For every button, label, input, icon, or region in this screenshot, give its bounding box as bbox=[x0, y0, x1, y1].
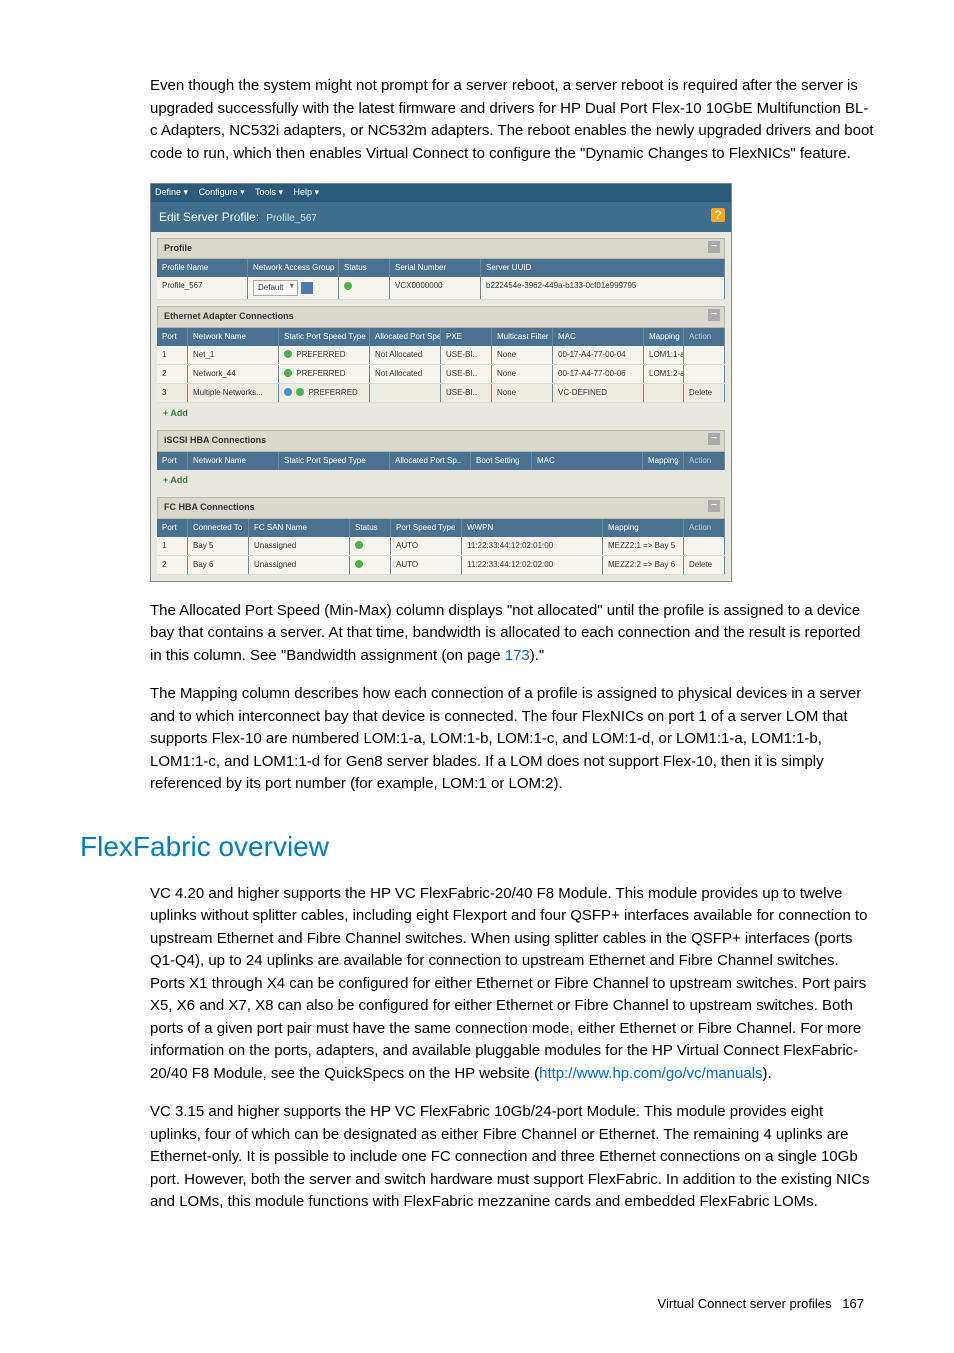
title-bar: Edit Server Profile: Profile_567 ? bbox=[151, 202, 731, 232]
add-iscsi-button[interactable]: + Add bbox=[157, 470, 725, 492]
collapse-icon[interactable]: − bbox=[708, 500, 720, 512]
col-status: Status bbox=[339, 259, 390, 277]
paragraph-2: The Allocated Port Speed (Min-Max) colum… bbox=[150, 600, 874, 668]
status-ok-icon bbox=[355, 560, 363, 568]
col-boot: Boot Setting bbox=[471, 452, 532, 470]
add-ethernet-button[interactable]: + Add bbox=[157, 403, 725, 425]
menu-bar: Define ▾ Configure ▾ Tools ▾ Help ▾ bbox=[151, 184, 731, 202]
page-number: 167 bbox=[842, 1296, 864, 1311]
col-port: Port bbox=[157, 452, 188, 470]
delete-link[interactable]: Delete bbox=[689, 560, 712, 569]
menu-configure[interactable]: Configure ▾ bbox=[199, 187, 245, 197]
col-filter: Multicast Filter bbox=[492, 328, 553, 346]
col-speed: Port Speed Type bbox=[391, 519, 462, 537]
menu-help[interactable]: Help ▾ bbox=[294, 187, 320, 197]
col-mac: MAC bbox=[532, 452, 643, 470]
col-action: Action bbox=[684, 328, 725, 346]
col-serial: Serial Number bbox=[390, 259, 481, 277]
table-row: 1 Net_1 PREFERRED Not Allocated USE-BI..… bbox=[157, 346, 725, 365]
col-san: FC SAN Name bbox=[249, 519, 350, 537]
col-connected: Connected To bbox=[188, 519, 249, 537]
edit-server-profile-screenshot: Define ▾ Configure ▾ Tools ▾ Help ▾ Edit… bbox=[150, 183, 732, 582]
info-icon bbox=[284, 388, 292, 396]
status-ok-icon bbox=[284, 350, 292, 358]
col-wwpn: WWPN bbox=[462, 519, 603, 537]
table-row: 2 Bay 6 Unassigned AUTO 11:22:33:44:12:0… bbox=[157, 556, 725, 575]
table-row: 1 Bay 5 Unassigned AUTO 11:22:33:44:12:0… bbox=[157, 537, 725, 556]
title-text: Edit Server Profile: bbox=[159, 210, 259, 224]
col-alloc: Allocated Port Speed bbox=[370, 328, 441, 346]
col-alloc: Allocated Port Sp.. bbox=[390, 452, 471, 470]
col-pxe: PXE bbox=[441, 328, 492, 346]
hp-manuals-link[interactable]: http://www.hp.com/go/vc/manuals bbox=[539, 1065, 762, 1082]
paragraph-4: VC 4.20 and higher supports the HP VC Fl… bbox=[150, 883, 874, 1086]
col-nag: Network Access Group bbox=[248, 259, 339, 277]
table-row: 2 Network_44 PREFERRED Not Allocated USE… bbox=[157, 365, 725, 384]
page-footer: Virtual Connect server profiles 167 bbox=[80, 1294, 874, 1314]
col-mapping: Mapping bbox=[643, 452, 684, 470]
collapse-icon[interactable]: − bbox=[708, 241, 720, 253]
col-mac: MAC bbox=[553, 328, 644, 346]
ethernet-panel-header: Ethernet Adapter Connections − bbox=[157, 306, 725, 328]
fc-panel-header: FC HBA Connections − bbox=[157, 497, 725, 519]
col-mapping: Mapping bbox=[644, 328, 684, 346]
col-uuid: Server UUID bbox=[481, 259, 725, 277]
table-row: 3 Multiple Networks... PREFERRED USE-BI.… bbox=[157, 384, 725, 403]
paragraph-1: Even though the system might not prompt … bbox=[150, 75, 874, 165]
col-action: Action bbox=[684, 452, 725, 470]
menu-tools[interactable]: Tools ▾ bbox=[255, 187, 283, 197]
uuid-value: b222454e-3962-449a-b133-0cf01e999795 bbox=[481, 277, 725, 299]
status-ok-icon bbox=[344, 282, 352, 290]
serial-value: VCX0000000 bbox=[390, 277, 481, 299]
flexfabric-heading: FlexFabric overview bbox=[80, 826, 874, 868]
title-subtitle: Profile_567 bbox=[266, 213, 317, 224]
col-status: Status bbox=[350, 519, 391, 537]
col-profile-name: Profile Name bbox=[157, 259, 248, 277]
profile-panel-header: Profile − bbox=[157, 238, 725, 260]
help-icon[interactable]: ? bbox=[711, 208, 725, 222]
collapse-icon[interactable]: − bbox=[708, 433, 720, 445]
delete-link[interactable]: Delete bbox=[689, 388, 712, 397]
col-action: Action bbox=[684, 519, 725, 537]
nag-dropdown[interactable]: Default bbox=[253, 280, 298, 296]
menu-define[interactable]: Define ▾ bbox=[155, 187, 188, 197]
paragraph-5: VC 3.15 and higher supports the HP VC Fl… bbox=[150, 1101, 874, 1214]
col-speed-type: Static Port Speed Type bbox=[279, 328, 370, 346]
col-port: Port bbox=[157, 519, 188, 537]
paragraph-3: The Mapping column describes how each co… bbox=[150, 683, 874, 796]
status-ok-icon bbox=[284, 369, 292, 377]
col-port: Port bbox=[157, 328, 188, 346]
col-network: Network Name bbox=[188, 452, 279, 470]
profile-name-value: Profile_567 bbox=[157, 277, 248, 299]
edit-icon[interactable] bbox=[301, 282, 313, 294]
page-link-173[interactable]: 173 bbox=[505, 647, 530, 664]
col-speed: Static Port Speed Type bbox=[279, 452, 390, 470]
collapse-icon[interactable]: − bbox=[708, 309, 720, 321]
col-mapping: Mapping bbox=[603, 519, 684, 537]
status-ok-icon bbox=[296, 388, 304, 396]
profile-row: Profile_567 Default VCX0000000 b222454e-… bbox=[157, 277, 725, 300]
iscsi-panel-header: iSCSI HBA Connections − bbox=[157, 430, 725, 452]
status-ok-icon bbox=[355, 541, 363, 549]
col-network: Network Name bbox=[188, 328, 279, 346]
